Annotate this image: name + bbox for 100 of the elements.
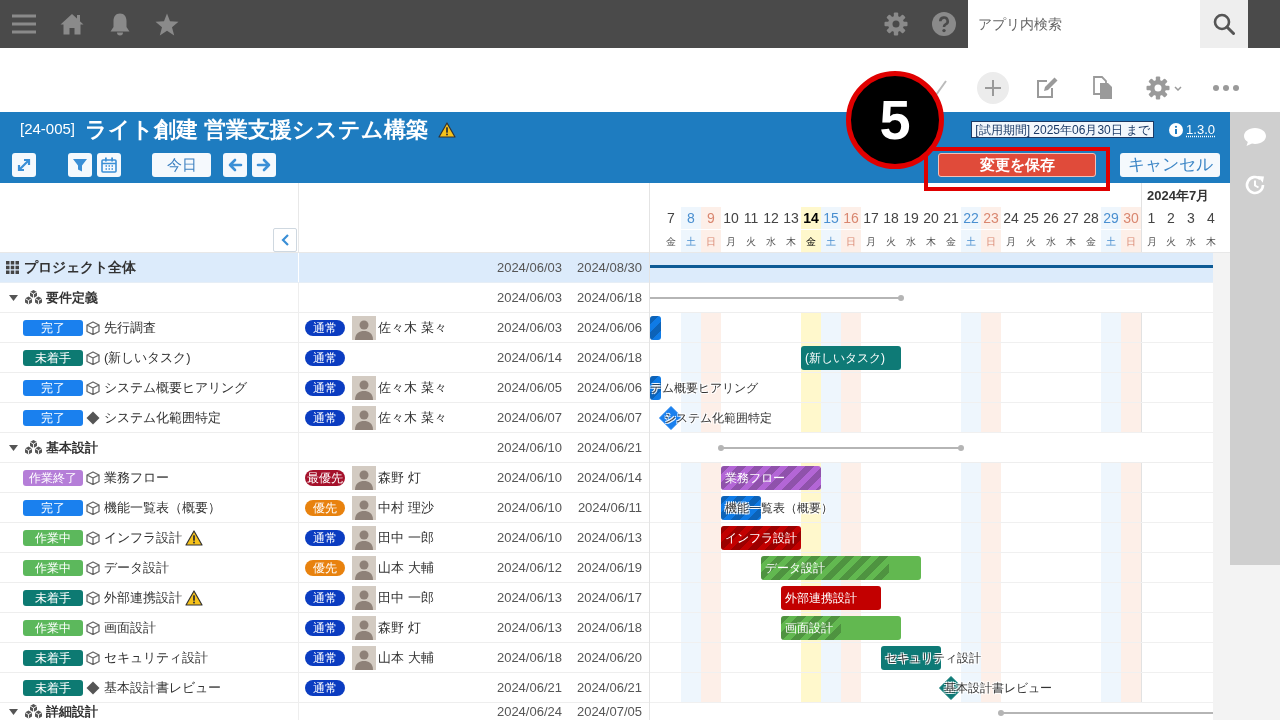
weekday-label: 火 — [741, 229, 761, 252]
bar-label: 業務フロー — [725, 470, 785, 487]
version-link[interactable]: 1.3.0 — [1186, 119, 1215, 140]
day-number: 13 — [782, 208, 800, 228]
caret-icon[interactable] — [9, 294, 18, 301]
assignee-name: 田中 一郎 — [378, 528, 434, 547]
end-date: 2024/06/06 — [575, 378, 642, 397]
edit-icon[interactable] — [1035, 76, 1059, 100]
info-icon — [1169, 122, 1184, 137]
group-name: 詳細設計 — [46, 702, 98, 720]
cancel-button[interactable]: キャンセル — [1120, 153, 1220, 177]
weekday-label: 水 — [1181, 229, 1201, 252]
weekday-label: 水 — [1041, 229, 1061, 252]
task-name: 先行調査 — [104, 318, 156, 337]
chat-icon[interactable] — [1243, 127, 1267, 147]
search-field[interactable]: アプリ内検索 — [968, 0, 1200, 48]
priority-badge: 通常 — [305, 679, 345, 696]
priority-badge: 最優先 — [305, 469, 345, 486]
priority-badge: 通常 — [305, 529, 345, 546]
filter-button[interactable] — [68, 153, 92, 177]
group-name: 基本設計 — [46, 438, 98, 457]
search-icon — [1213, 13, 1235, 35]
home-icon[interactable] — [60, 13, 84, 35]
settings-menu-button[interactable] — [1146, 76, 1182, 100]
document-copy-icon[interactable] — [1092, 76, 1114, 100]
start-date: 2024/06/13 — [495, 588, 562, 607]
cubes-icon — [25, 290, 42, 305]
bell-icon[interactable] — [109, 12, 131, 36]
menu-icon[interactable] — [12, 14, 36, 34]
day-number: 23 — [981, 207, 1001, 229]
weekday-label: 月 — [1142, 229, 1161, 252]
settings-icon — [1146, 76, 1170, 100]
calendar-icon — [101, 157, 117, 173]
start-date: 2024/06/03 — [495, 288, 562, 307]
avatar-placeholder — [352, 615, 376, 640]
task-name: 外部連携設計 — [104, 588, 182, 607]
weekday-label: 日 — [701, 229, 721, 252]
settings-icon[interactable] — [884, 12, 908, 36]
day-number: 7 — [666, 208, 676, 228]
weekday-label: 日 — [841, 229, 861, 252]
history-icon[interactable] — [1244, 174, 1266, 196]
status-badge: 作業中 — [23, 559, 83, 576]
start-date: 2024/06/14 — [495, 348, 562, 367]
bar-label: 機能一覧表（概要） — [725, 500, 833, 517]
start-date: 2024/06/10 — [495, 438, 562, 457]
status-badge: 未着手 — [23, 679, 83, 696]
weekday-label: 火 — [1161, 229, 1181, 252]
assignee-name: 中村 理沙 — [378, 498, 434, 517]
caret-icon[interactable] — [9, 444, 18, 451]
project-title: ライト創建 営業支援システム構築 — [85, 116, 429, 144]
star-icon[interactable] — [155, 12, 179, 36]
day-number: 17 — [862, 208, 880, 228]
end-date: 2024/06/19 — [575, 558, 642, 577]
filter-icon — [72, 157, 88, 173]
day-number: 25 — [1022, 208, 1040, 228]
expand-icon — [16, 157, 32, 173]
fullscreen-button[interactable] — [12, 153, 36, 177]
day-number: 15 — [821, 207, 841, 229]
day-number: 16 — [841, 207, 861, 229]
step-badge: 5 — [846, 71, 944, 169]
save-button[interactable]: 変更を保存 — [938, 153, 1096, 177]
cube-icon — [86, 650, 100, 665]
calendar-button[interactable] — [97, 153, 121, 177]
end-date: 2024/06/21 — [575, 438, 642, 457]
avatar-placeholder — [352, 555, 376, 580]
assignee-name: 佐々木 菜々 — [378, 318, 447, 337]
help-icon[interactable] — [932, 12, 956, 36]
status-badge: 未着手 — [23, 589, 83, 606]
cube-icon — [86, 350, 100, 365]
assignee-name: 森野 灯 — [378, 618, 421, 637]
add-button[interactable] — [977, 72, 1009, 104]
previous-button[interactable] — [223, 153, 247, 177]
priority-badge: 優先 — [305, 499, 345, 516]
day-number: 9 — [701, 207, 721, 229]
cube-icon — [86, 470, 100, 485]
end-date: 2024/06/18 — [575, 288, 642, 307]
next-button[interactable] — [252, 153, 276, 177]
search-button[interactable] — [1200, 0, 1248, 48]
cube-icon — [86, 320, 100, 335]
start-date: 2024/06/10 — [495, 468, 562, 487]
day-number: 20 — [922, 208, 940, 228]
avatar-placeholder — [352, 495, 376, 520]
weekday-label: 火 — [881, 229, 901, 252]
assignee-name: 佐々木 菜々 — [378, 408, 447, 427]
collapse-button[interactable] — [273, 228, 297, 252]
day-number: 11 — [742, 208, 760, 228]
today-button[interactable]: 今日 — [152, 153, 211, 177]
cube-icon — [86, 590, 100, 605]
avatar-placeholder — [352, 405, 376, 430]
priority-badge: 通常 — [305, 589, 345, 606]
day-number: 30 — [1121, 207, 1141, 229]
task-name: 基本設計書レビュー — [104, 678, 221, 697]
avatar-placeholder — [352, 645, 376, 670]
caret-icon[interactable] — [9, 708, 18, 715]
more-icon[interactable] — [1213, 85, 1239, 91]
task-name: 業務フロー — [104, 468, 169, 487]
cube-icon — [86, 530, 100, 545]
day-number: 10 — [722, 208, 740, 228]
priority-badge: 通常 — [305, 619, 345, 636]
bar-label: データ設計 — [765, 560, 825, 577]
